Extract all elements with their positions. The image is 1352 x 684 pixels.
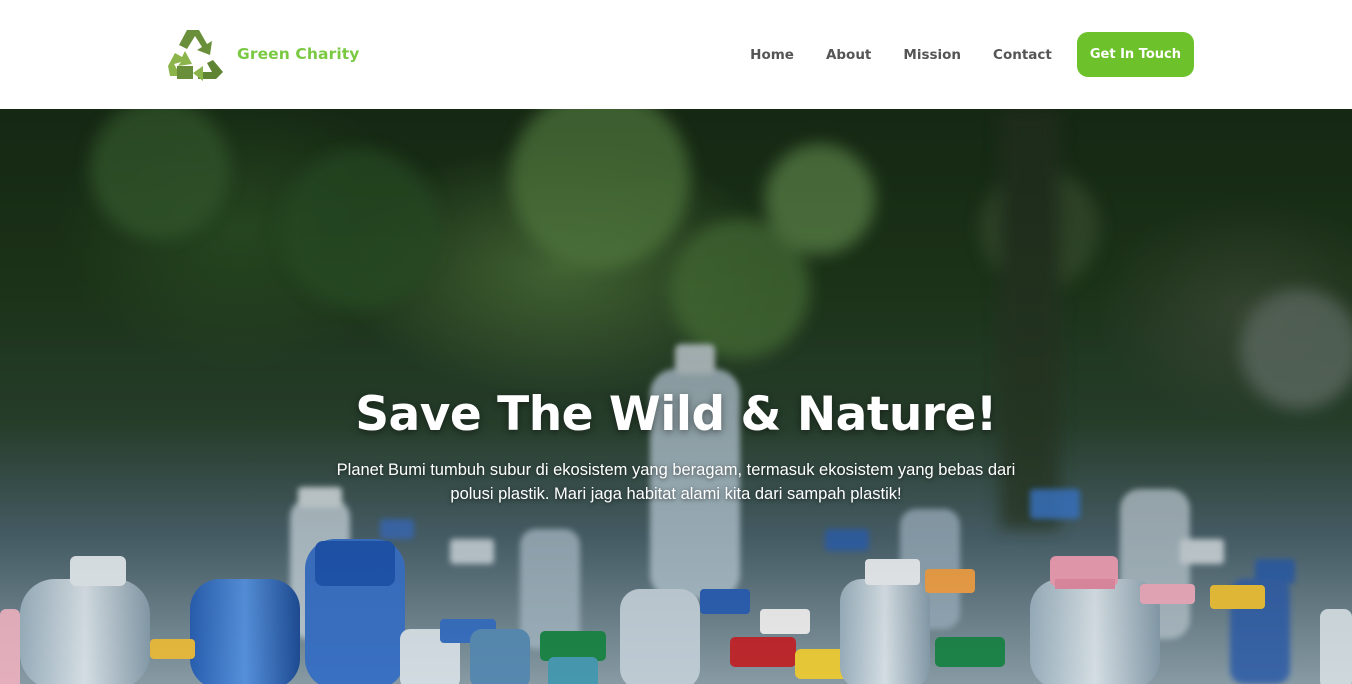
main-nav: Home About Mission Contact Get In Touch [750,32,1194,77]
hero-description: Planet Bumi tumbuh subur di ekosistem ya… [336,461,1016,503]
hero-section: Save The Wild & Nature! Planet Bumi tumb… [0,109,1352,684]
nav-link-mission[interactable]: Mission [903,47,961,63]
nav-link-contact[interactable]: Contact [993,47,1052,63]
nav-link-home[interactable]: Home [750,47,794,63]
hero-title: Save The Wild & Nature! [355,387,997,442]
get-in-touch-button[interactable]: Get In Touch [1076,32,1194,77]
site-header: Green Charity Home About Mission Contact… [0,0,1352,109]
recycle-icon [168,30,223,81]
brand-name: Green Charity [237,45,360,63]
nav-link-about[interactable]: About [826,47,871,63]
brand-logo-link[interactable]: Green Charity [165,26,359,82]
